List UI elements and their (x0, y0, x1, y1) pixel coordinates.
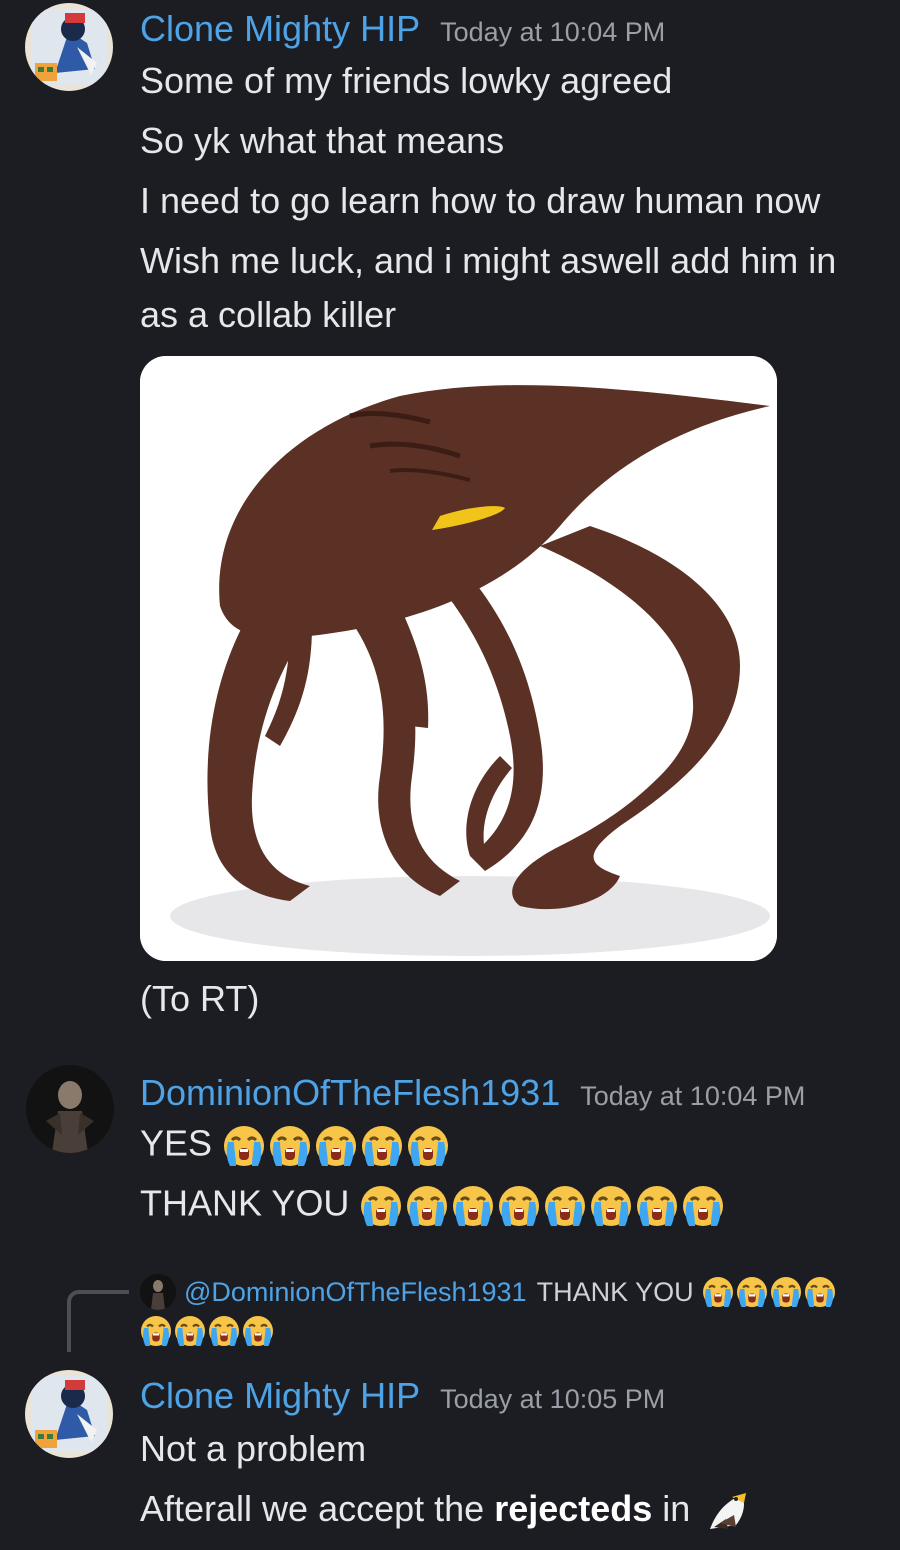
timestamp: Today at 10:05 PM (440, 1384, 666, 1414)
image-attachment[interactable] (140, 356, 777, 961)
emoji-row (359, 1183, 727, 1226)
message-text-content: YES (140, 1122, 213, 1164)
username[interactable]: DominionOfTheFlesh1931 (140, 1072, 560, 1114)
reply-preview-continued (140, 1313, 276, 1349)
loudly-crying-face-icon (138, 1313, 174, 1349)
user-avatar[interactable] (25, 3, 113, 91)
loudly-crying-face-icon (172, 1313, 208, 1349)
message-text: as a collab killer (140, 294, 397, 335)
message-text-suffix: in (652, 1488, 691, 1529)
loudly-crying-face-icon (734, 1274, 770, 1310)
reply-mention[interactable]: @DominionOfTheFlesh1931 (184, 1277, 527, 1308)
loudly-crying-face-icon (206, 1313, 242, 1349)
message-text-prefix: Afterall we accept the (140, 1488, 495, 1529)
loudly-crying-face-icon (802, 1274, 838, 1310)
message-text: Not a problem (140, 1428, 367, 1469)
timestamp: Today at 10:04 PM (440, 17, 666, 47)
loudly-crying-face-icon (312, 1122, 360, 1170)
creature-drawing (140, 356, 777, 961)
message-text: THANK YOU (140, 1182, 727, 1230)
user-avatar[interactable] (26, 1065, 114, 1153)
emoji-row (140, 1313, 276, 1349)
message-text-bold: rejecteds (494, 1488, 653, 1529)
emoji-row (702, 1274, 838, 1310)
loudly-crying-face-icon (679, 1182, 727, 1230)
loudly-crying-face-icon (220, 1122, 268, 1170)
message-caption: (To RT) (140, 978, 260, 1019)
message-text: Afterall we accept the rejecteds in (140, 1488, 750, 1533)
username[interactable]: Clone Mighty HIP (140, 8, 420, 50)
loudly-crying-face-icon (266, 1122, 314, 1170)
reply-text: THANK YOU (536, 1276, 694, 1307)
loudly-crying-face-icon (403, 1182, 451, 1230)
timestamp: Today at 10:04 PM (580, 1081, 806, 1111)
reply-preview[interactable]: @DominionOfTheFlesh1931 THANK YOU (140, 1274, 838, 1310)
loudly-crying-face-icon (768, 1274, 804, 1310)
user-avatar[interactable] (25, 1370, 113, 1458)
message-text: Some of my friends lowky agreed (140, 60, 673, 101)
loudly-crying-face-icon (700, 1274, 736, 1310)
loudly-crying-face-icon (358, 1122, 406, 1170)
loudly-crying-face-icon (495, 1182, 543, 1230)
eagle-icon (706, 1489, 750, 1533)
message-text: I need to go learn how to draw human now (140, 180, 821, 221)
loudly-crying-face-icon (587, 1182, 635, 1230)
emoji-row (222, 1123, 452, 1166)
username[interactable]: Clone Mighty HIP (140, 1375, 420, 1417)
loudly-crying-face-icon (404, 1122, 452, 1170)
loudly-crying-face-icon (357, 1182, 405, 1230)
loudly-crying-face-icon (633, 1182, 681, 1230)
message-text: Wish me luck, and i might aswell add him… (140, 240, 837, 281)
loudly-crying-face-icon (541, 1182, 589, 1230)
message-text: YES (140, 1122, 452, 1170)
message-text: So yk what that means (140, 120, 505, 161)
message-text-content: THANK YOU (140, 1182, 350, 1224)
reply-connector (67, 1290, 129, 1352)
loudly-crying-face-icon (449, 1182, 497, 1230)
reply-avatar (140, 1274, 176, 1310)
loudly-crying-face-icon (240, 1313, 276, 1349)
